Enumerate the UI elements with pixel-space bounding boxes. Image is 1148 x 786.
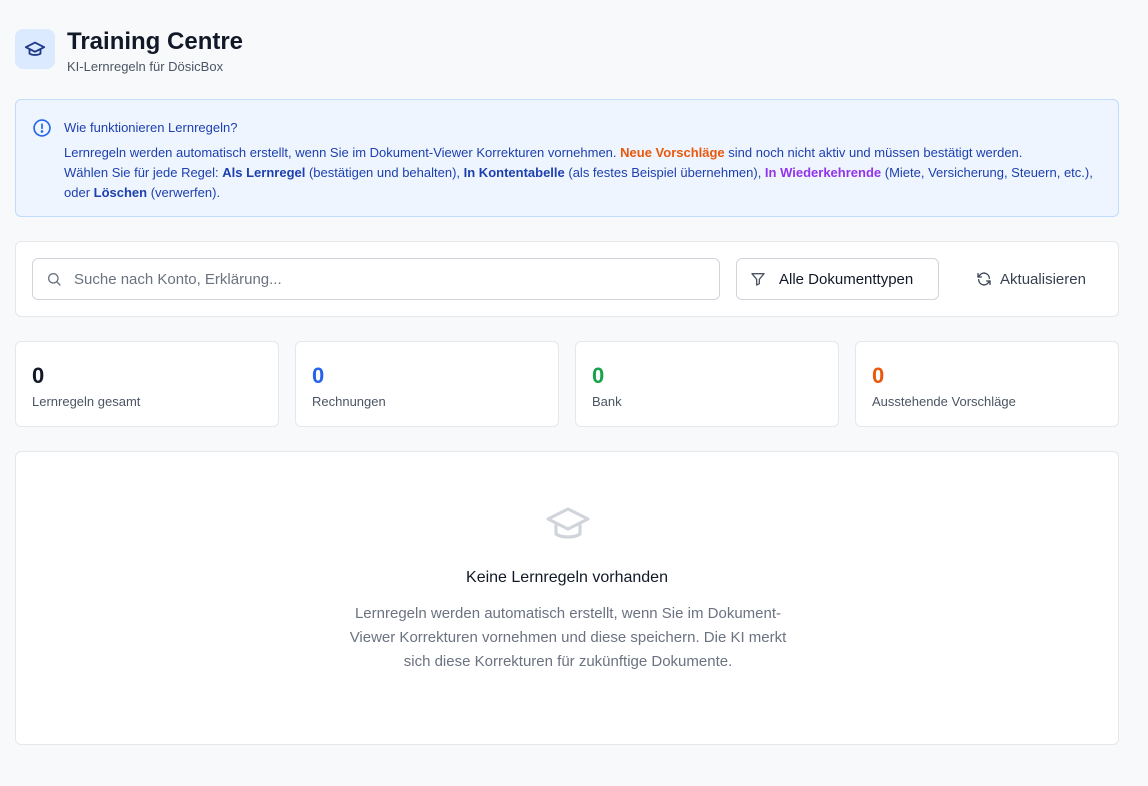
stat-value-bank: 0 xyxy=(592,363,605,388)
filter-label: Alle Dokumenttypen xyxy=(779,270,914,288)
page-header: Training Centre KI-Lernregeln für DösicB… xyxy=(15,29,243,75)
empty-state-title: Keine Lernregeln vorhanden xyxy=(466,569,668,586)
empty-state-description: Lernregeln werden automatisch erstellt, … xyxy=(349,605,787,670)
document-type-filter-button[interactable]: Alle Dokumenttypen xyxy=(736,258,939,300)
stat-card-invoices: 0 Rechnungen xyxy=(295,341,559,427)
stat-value-total: 0 xyxy=(32,363,45,388)
option-account-table: In Kontentabelle xyxy=(463,165,565,180)
toolbar: Alle Dokumenttypen Aktualisieren xyxy=(15,241,1119,317)
stat-label-invoices: Rechnungen xyxy=(312,394,386,409)
search-icon xyxy=(46,271,62,287)
refresh-label: Aktualisieren xyxy=(1000,270,1086,288)
empty-state-panel: Keine Lernregeln vorhanden Lernregeln we… xyxy=(15,451,1119,745)
highlight-new-suggestions: Neue Vorschläge xyxy=(620,145,725,160)
info-icon xyxy=(32,118,52,141)
info-body: Lernregeln werden automatisch erstellt, … xyxy=(64,145,1093,200)
stat-value-pending: 0 xyxy=(872,363,885,388)
stat-card-total: 0 Lernregeln gesamt xyxy=(15,341,279,427)
stat-card-bank: 0 Bank xyxy=(575,341,839,427)
page-subtitle: KI-Lernregeln für DösicBox xyxy=(67,59,224,74)
graduation-cap-icon xyxy=(15,29,55,69)
refresh-icon xyxy=(976,271,992,287)
refresh-button[interactable]: Aktualisieren xyxy=(956,258,1106,300)
stat-label-pending: Ausstehende Vorschläge xyxy=(872,394,1016,409)
filter-icon xyxy=(750,271,766,287)
search-input[interactable] xyxy=(74,270,674,288)
info-title: Wie funktionieren Lernregeln? xyxy=(64,120,238,135)
option-delete: Löschen xyxy=(93,185,148,200)
stat-label-bank: Bank xyxy=(592,394,622,409)
stat-label-total: Lernregeln gesamt xyxy=(32,394,141,409)
stat-card-pending: 0 Ausstehende Vorschläge xyxy=(855,341,1119,427)
page-title: Training Centre xyxy=(67,28,244,55)
info-box: Wie funktionieren Lernregeln? Lernregeln… xyxy=(15,99,1119,217)
stat-value-invoices: 0 xyxy=(312,363,325,388)
graduation-cap-icon xyxy=(544,505,592,550)
search-box[interactable] xyxy=(32,258,720,300)
option-learn-rule: Als Lernregel xyxy=(222,165,306,180)
option-recurring: In Wiederkehrende xyxy=(764,165,882,180)
